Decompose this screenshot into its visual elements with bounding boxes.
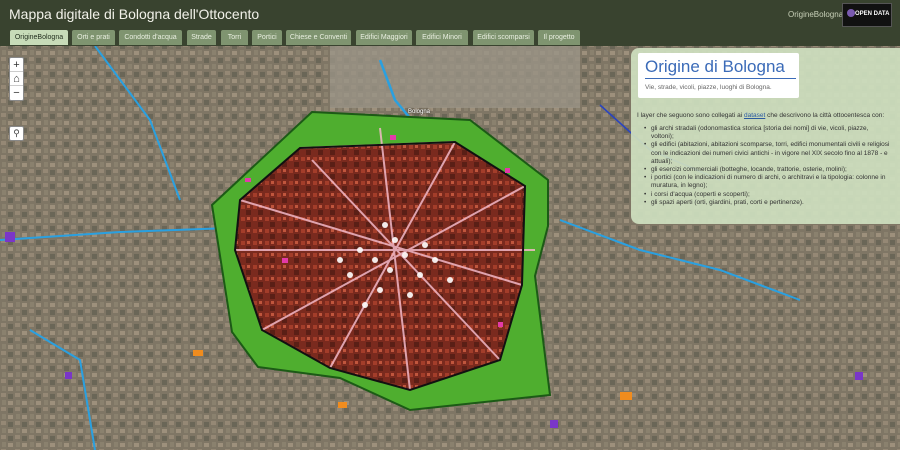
tab-bar: OrigineBologna Orti e prati Condotti d'a…: [0, 28, 900, 46]
app-title: Mappa digitale di Bologna dell'Ottocento: [9, 6, 260, 22]
header-link-originebologna[interactable]: OrigineBologna: [788, 10, 843, 19]
tab-strade[interactable]: Strade: [187, 30, 216, 45]
tab-edifici-minori[interactable]: Edifici Minori: [416, 30, 468, 45]
panel-list-item: gli esercizi commerciali (botteghe, loca…: [644, 166, 893, 174]
tab-edifici-scomparsi[interactable]: Edifici scomparsi: [473, 30, 534, 45]
panel-intro-post: che descrivono la città ottocentesca con…: [765, 112, 885, 119]
tab-il-progetto[interactable]: Il progetto: [538, 30, 580, 45]
panel-intro-pre: I layer che seguono sono collegati ai: [637, 112, 744, 119]
rail-yard: [330, 46, 580, 108]
dataset-link[interactable]: dataset: [744, 112, 765, 119]
panel-title: Origine di Bologna: [645, 57, 785, 76]
home-button[interactable]: ⌂: [10, 72, 23, 86]
tab-originebologna[interactable]: OrigineBologna: [10, 30, 68, 45]
tab-torri[interactable]: Torri: [221, 30, 248, 45]
info-panel: Origine di Bologna Vie, strade, vicoli, …: [631, 48, 900, 224]
map-label-bologna: Bologna: [408, 109, 431, 115]
tab-portici[interactable]: Portici: [252, 30, 282, 45]
panel-intro: I layer che seguono sono collegati ai da…: [637, 112, 884, 119]
tab-chiese-e-conventi[interactable]: Chiese e Conventi: [286, 30, 351, 45]
panel-list-item: gli spazi aperti (orti, giardini, prati,…: [644, 199, 893, 207]
zoom-in-button[interactable]: +: [10, 58, 23, 72]
open-data-logo[interactable]: OPEN DATA: [842, 3, 892, 27]
logo-mark-icon: [847, 9, 855, 17]
tab-edifici-maggiori[interactable]: Edifici Maggiori: [356, 30, 412, 45]
panel-title-underline: [645, 78, 796, 79]
logo-text: OPEN DATA: [855, 11, 890, 17]
zoom-out-button[interactable]: −: [10, 86, 23, 100]
tab-orti-e-prati[interactable]: Orti e prati: [72, 30, 115, 45]
panel-list-item: gli archi stradali (odonomastica storica…: [644, 125, 893, 141]
panel-list: gli archi stradali (odonomastica storica…: [644, 125, 893, 207]
tab-condotti-acqua[interactable]: Condotti d'acqua: [119, 30, 182, 45]
panel-title-card: Origine di Bologna Vie, strade, vicoli, …: [638, 53, 799, 98]
panel-list-item: i corsi d'acqua (coperti e scoperti);: [644, 191, 893, 199]
panel-list-item: i portici (con le indicazioni di numero …: [644, 174, 893, 190]
app-header: Mappa digitale di Bologna dell'Ottocento…: [0, 0, 900, 28]
panel-list-item: gli edifici (abitazioni, abitazioni scom…: [644, 141, 893, 166]
search-button[interactable]: ⚲: [9, 126, 24, 141]
panel-subtitle: Vie, strade, vicoli, piazze, luoghi di B…: [645, 84, 772, 91]
zoom-controls: + ⌂ −: [9, 57, 24, 101]
